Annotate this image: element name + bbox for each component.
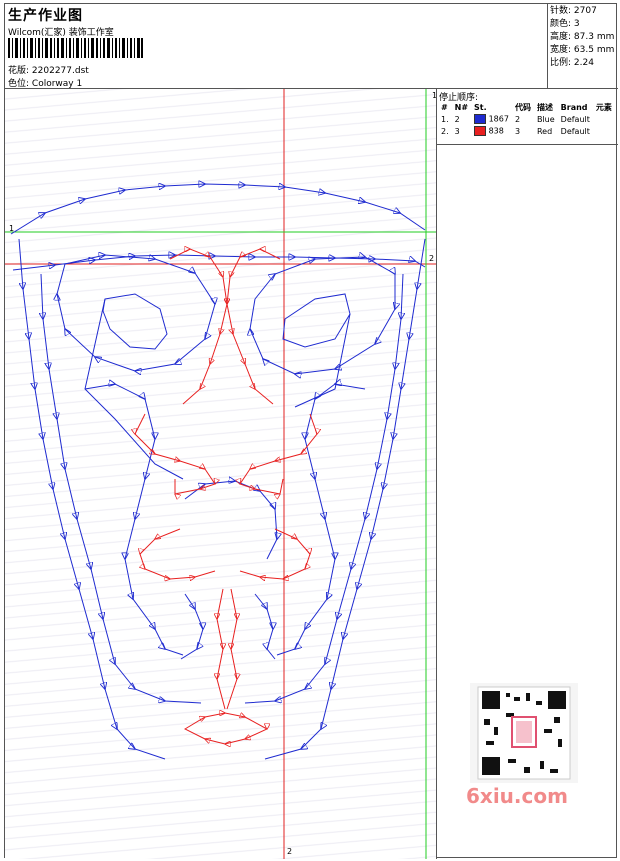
stats-panel: 针数: 2707 颜色: 3 高度: 87.3 mm 宽度: 63.5 mm 比… [548,4,618,89]
colorway-value: Colorway 1 [31,79,83,89]
vendor-name: Wilcom(汇家) 装饰工作室 [8,28,114,38]
motif-stem-right [226,588,237,710]
axis-label-left: 1 [9,224,15,233]
design-file-row: 花版: 2202277.dst [8,63,89,76]
mask-cheek-right [276,384,366,656]
color-swatch-blue [474,114,487,124]
qr-code [470,683,578,783]
mask-cheek-left [84,384,184,656]
barcode [8,38,143,58]
motif-lower-left [140,528,216,579]
mask-eye-left-ring [57,255,215,371]
motif-top [169,249,227,405]
embroidery-design [5,89,436,859]
mask-mouth-left [180,593,203,660]
table-divider [437,144,618,145]
stat-colors: 颜色: 3 [550,19,580,29]
mask-mouth-right [254,593,275,660]
mask-connector [84,298,184,480]
mask-eye-right-inner [282,293,351,348]
motif-base [183,713,267,744]
mask-inner-right [244,273,403,703]
stat-height: 高度: 87.3 mm [550,32,615,42]
motif-right-loop [240,413,317,494]
color-table: # N# St. 代码 描述 Brand 元素 1. 2 1867 2 Blue… [438,102,615,137]
mask-top-arc [10,184,426,235]
table-row: 1. 2 1867 2 Blue Default [441,114,590,124]
design-file-value: 2202277.dst [31,66,89,76]
motif-lower-right [239,528,310,579]
stat-stitches: 针数: 2707 [550,6,597,16]
watermark: 6xiu.com [466,784,568,808]
header-panel: 生产作业图 Wilcom(汇家) 装饰工作室 花版: 2202277.dst 色… [5,4,548,89]
motif-left-loop [135,413,215,494]
mask-left-edge [18,238,166,760]
color-swatch-red [474,126,487,136]
axis-label-right: 2 [429,254,435,263]
mask-eye-right-ring [250,257,395,374]
design-canvas: 1 2 1 2 [5,89,437,859]
motif-stem [217,588,225,710]
design-file-label: 花版: [8,66,30,76]
mask-nose-arch [184,481,277,560]
table-row: 2. 3 838 3 Red Default [441,126,590,136]
motif-top-right [227,249,281,405]
stat-scale: 比例: 2.24 [550,58,594,68]
color-table-header: # N# St. 代码 描述 Brand 元素 [441,103,612,112]
colorway-label: 色位: [8,79,30,89]
page-title: 生产作业图 [8,8,83,24]
colorway-row: 色位: Colorway 1 [8,76,82,89]
mask-eye-left-inner [102,293,168,350]
stat-width: 宽度: 63.5 mm [550,45,615,55]
axis-label-bottom: 2 [287,847,293,856]
